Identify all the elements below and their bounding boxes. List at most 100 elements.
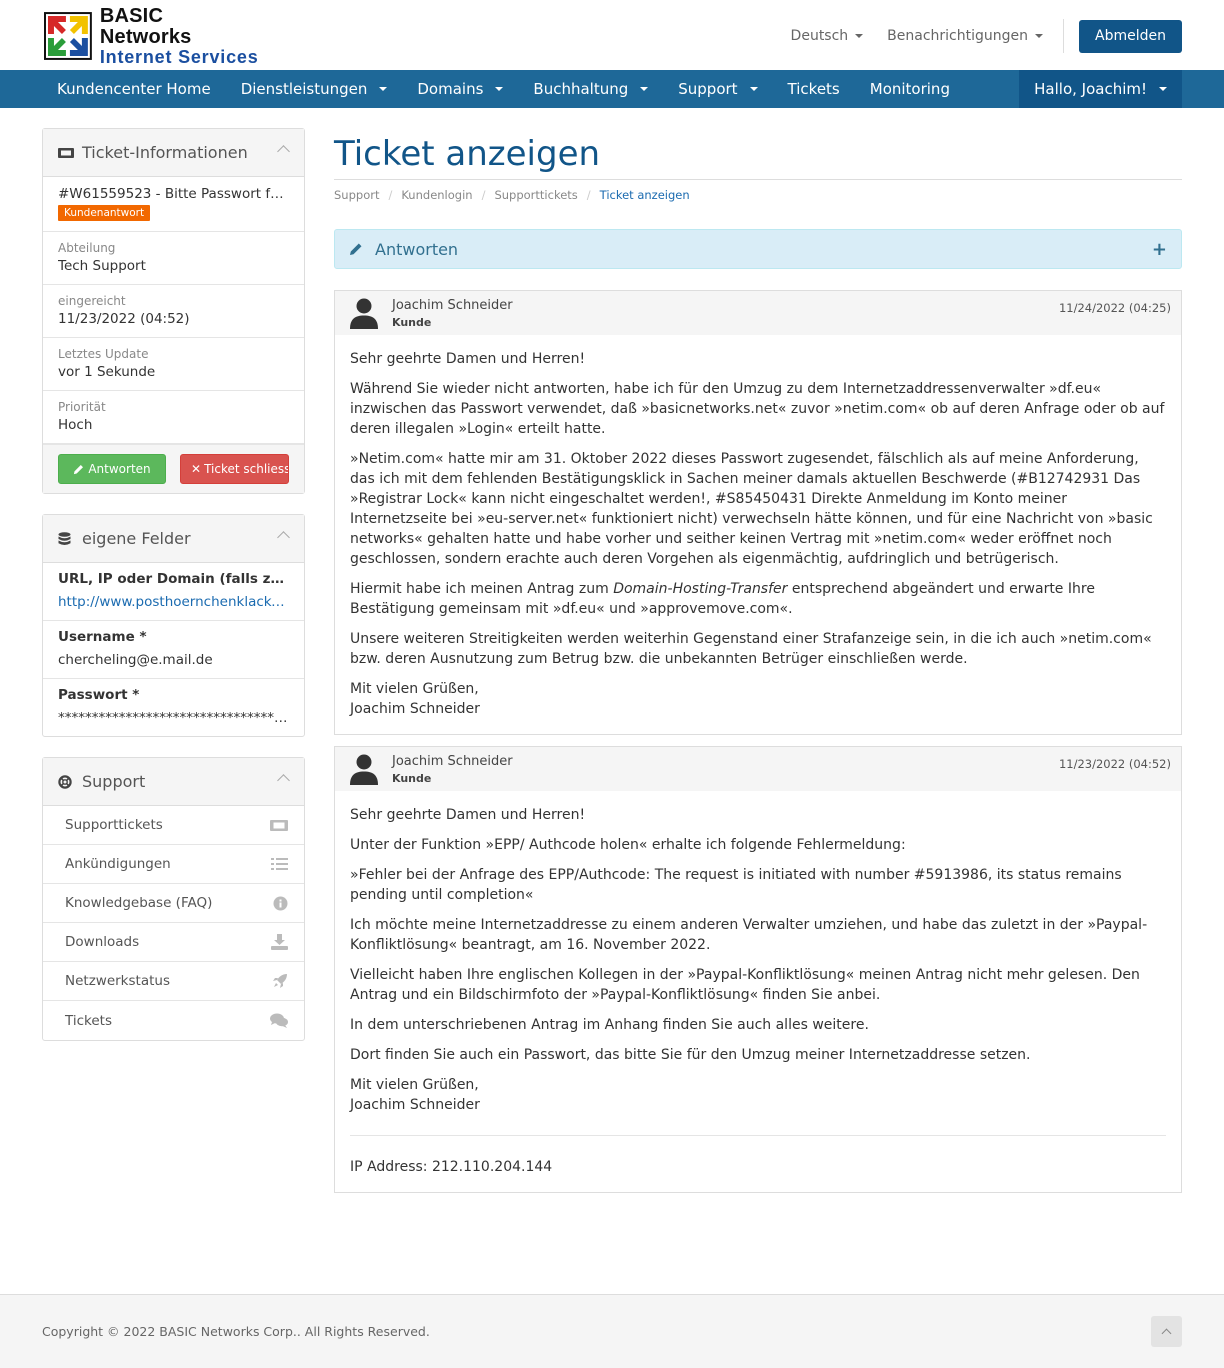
reply-toggle-bar[interactable]: Antworten + bbox=[334, 229, 1182, 269]
support-panel: Support Supporttickets Ankündigungen Kno… bbox=[42, 757, 305, 1041]
chevron-up-icon[interactable] bbox=[277, 531, 290, 544]
list-item-label: Ankündigungen bbox=[65, 856, 171, 872]
message-paragraph: »Fehler bei der Anfrage des EPP/Authcode… bbox=[350, 867, 1122, 903]
message-author: Joachim Schneider bbox=[392, 754, 513, 769]
field-value-link[interactable]: http://www.posthoernchenklacker.de bbox=[58, 594, 289, 610]
message-paragraph: Dort finden Sie auch ein Passwort, das b… bbox=[350, 1047, 1031, 1063]
breadcrumb-support[interactable]: Support bbox=[334, 188, 379, 202]
ticket-icon bbox=[270, 819, 288, 832]
message-signature: Mit vielen Grüßen, Joachim Schneider bbox=[350, 1075, 1166, 1115]
list-item-label: Supporttickets bbox=[65, 817, 163, 833]
close-ticket-button[interactable]: ✕ Ticket schliessen bbox=[180, 454, 289, 484]
department-value: Tech Support bbox=[58, 258, 146, 274]
status-badge: Kundenantwort bbox=[58, 205, 151, 221]
support-item-tickets-list[interactable]: Tickets bbox=[43, 1001, 304, 1040]
reply-button-label: Antworten bbox=[88, 462, 151, 476]
support-item-announcements[interactable]: Ankündigungen bbox=[43, 845, 304, 884]
breadcrumb-separator: / bbox=[481, 188, 486, 202]
panel-title: Support bbox=[82, 772, 146, 791]
custom-field-url: URL, IP oder Domain (falls zutreffend) h… bbox=[43, 563, 304, 621]
nav-label: Tickets bbox=[787, 80, 840, 98]
caret-down-icon bbox=[1035, 34, 1044, 38]
field-label: URL, IP oder Domain (falls zutreffend) bbox=[58, 571, 289, 587]
top-divider bbox=[1063, 19, 1065, 53]
field-value: ************************************** bbox=[58, 710, 289, 726]
close-icon: ✕ bbox=[191, 462, 202, 476]
breadcrumb-client-login[interactable]: Kundenlogin bbox=[401, 188, 472, 202]
page-title: Ticket anzeigen bbox=[334, 128, 1182, 180]
custom-fields-panel: eigene Felder URL, IP oder Domain (falls… bbox=[42, 514, 305, 737]
user-greeting: Hallo, Joachim! bbox=[1034, 80, 1147, 98]
list-item-label: Netzwerkstatus bbox=[65, 973, 170, 989]
signature-line: Joachim Schneider bbox=[350, 1097, 480, 1113]
message-role: Kunde bbox=[392, 772, 432, 785]
support-item-downloads[interactable]: Downloads bbox=[43, 923, 304, 962]
ticket-message: Joachim Schneider Kunde 11/24/2022 (04:2… bbox=[334, 290, 1182, 735]
support-item-network-status[interactable]: Netzwerkstatus bbox=[43, 962, 304, 1001]
nav-item-support[interactable]: Support bbox=[663, 70, 772, 108]
field-label: Passwort * bbox=[58, 687, 140, 703]
ticket-icon bbox=[58, 147, 74, 159]
ip-address: IP Address: 212.110.204.144 bbox=[350, 1159, 553, 1175]
field-label: Username * bbox=[58, 629, 147, 645]
user-icon bbox=[349, 754, 379, 789]
message-role: Kunde bbox=[392, 316, 432, 329]
message-header: Joachim Schneider Kunde 11/24/2022 (04:2… bbox=[335, 291, 1181, 335]
updated-label: Letztes Update bbox=[58, 347, 149, 361]
chevron-up-icon[interactable] bbox=[277, 774, 290, 787]
chevron-up-icon[interactable] bbox=[277, 145, 290, 158]
language-label: Deutsch bbox=[790, 28, 849, 44]
ticket-subject-item: #W61559523 - Bitte Passwort für *domain*… bbox=[43, 177, 304, 232]
rocket-icon bbox=[272, 973, 288, 989]
nav-item-home[interactable]: Kundencenter Home bbox=[42, 70, 226, 108]
department-item: Abteilung Tech Support bbox=[43, 232, 304, 285]
caret-down-icon bbox=[855, 34, 864, 38]
support-item-tickets[interactable]: Supporttickets bbox=[43, 806, 304, 845]
message-body: Sehr geehrte Damen und Herren! Während S… bbox=[335, 335, 1181, 734]
chevron-up-icon bbox=[1161, 1328, 1172, 1339]
ticket-info-heading[interactable]: Ticket-Informationen bbox=[43, 129, 304, 177]
user-menu-dropdown[interactable]: Hallo, Joachim! bbox=[1019, 70, 1182, 108]
logo-mark-icon bbox=[44, 12, 92, 60]
department-label: Abteilung bbox=[58, 241, 116, 255]
reply-button[interactable]: Antworten bbox=[58, 454, 166, 484]
breadcrumb: Support / Kundenlogin / Supporttickets /… bbox=[334, 188, 1182, 202]
logout-button[interactable]: Abmelden bbox=[1079, 19, 1182, 53]
logo-line1: BASIC Networks bbox=[99, 4, 192, 48]
nav-label: Buchhaltung bbox=[533, 80, 629, 98]
updated-item: Letztes Update vor 1 Sekunde bbox=[43, 338, 304, 391]
breadcrumb-separator: / bbox=[388, 188, 393, 202]
message-paragraph: Unsere weiteren Streitigkeiten werden we… bbox=[350, 631, 1152, 667]
support-heading[interactable]: Support bbox=[43, 758, 304, 806]
brand-logo[interactable]: BASIC Networks Internet Services bbox=[44, 5, 260, 66]
message-author: Joachim Schneider bbox=[392, 298, 513, 313]
message-paragraph: Vielleicht haben Ihre englischen Kollege… bbox=[350, 967, 1140, 1003]
language-dropdown[interactable]: Deutsch bbox=[791, 28, 864, 44]
priority-value: Hoch bbox=[58, 417, 93, 433]
nav-label: Kundencenter Home bbox=[57, 80, 211, 98]
list-item-label: Tickets bbox=[65, 1012, 112, 1029]
custom-fields-heading[interactable]: eigene Felder bbox=[43, 515, 304, 563]
message-paragraph: Während Sie wieder nicht antworten, habe… bbox=[350, 381, 1165, 437]
plus-icon[interactable]: + bbox=[1152, 239, 1167, 260]
nav-item-billing[interactable]: Buchhaltung bbox=[518, 70, 663, 108]
back-to-top-button[interactable] bbox=[1151, 1316, 1182, 1347]
breadcrumb-support-tickets[interactable]: Supporttickets bbox=[494, 188, 577, 202]
nav-item-tickets[interactable]: Tickets bbox=[773, 70, 855, 108]
text-span: Hiermit habe ich meinen Antrag zum bbox=[350, 581, 614, 597]
download-icon bbox=[271, 934, 288, 950]
main-content: Ticket anzeigen Support / Kundenlogin / … bbox=[334, 128, 1182, 1193]
nav-label: Monitoring bbox=[869, 80, 950, 98]
notifications-dropdown[interactable]: Benachrichtigungen bbox=[887, 28, 1044, 44]
life-ring-icon bbox=[58, 774, 74, 789]
message-header: Joachim Schneider Kunde 11/23/2022 (04:5… bbox=[335, 747, 1181, 791]
support-item-knowledgebase[interactable]: Knowledgebase (FAQ) bbox=[43, 884, 304, 923]
ticket-actions: Antworten ✕ Ticket schliessen bbox=[43, 444, 304, 493]
nav-item-monitoring[interactable]: Monitoring bbox=[855, 70, 965, 108]
nav-item-services[interactable]: Dienstleistungen bbox=[226, 70, 403, 108]
message-paragraph: Ich möchte meine Internetzaddresse zu ei… bbox=[350, 917, 1148, 953]
nav-item-domains[interactable]: Domains bbox=[402, 70, 518, 108]
submitted-item: eingereicht 11/23/2022 (04:52) bbox=[43, 285, 304, 338]
caret-down-icon bbox=[749, 87, 758, 91]
updated-value: vor 1 Sekunde bbox=[58, 364, 156, 380]
